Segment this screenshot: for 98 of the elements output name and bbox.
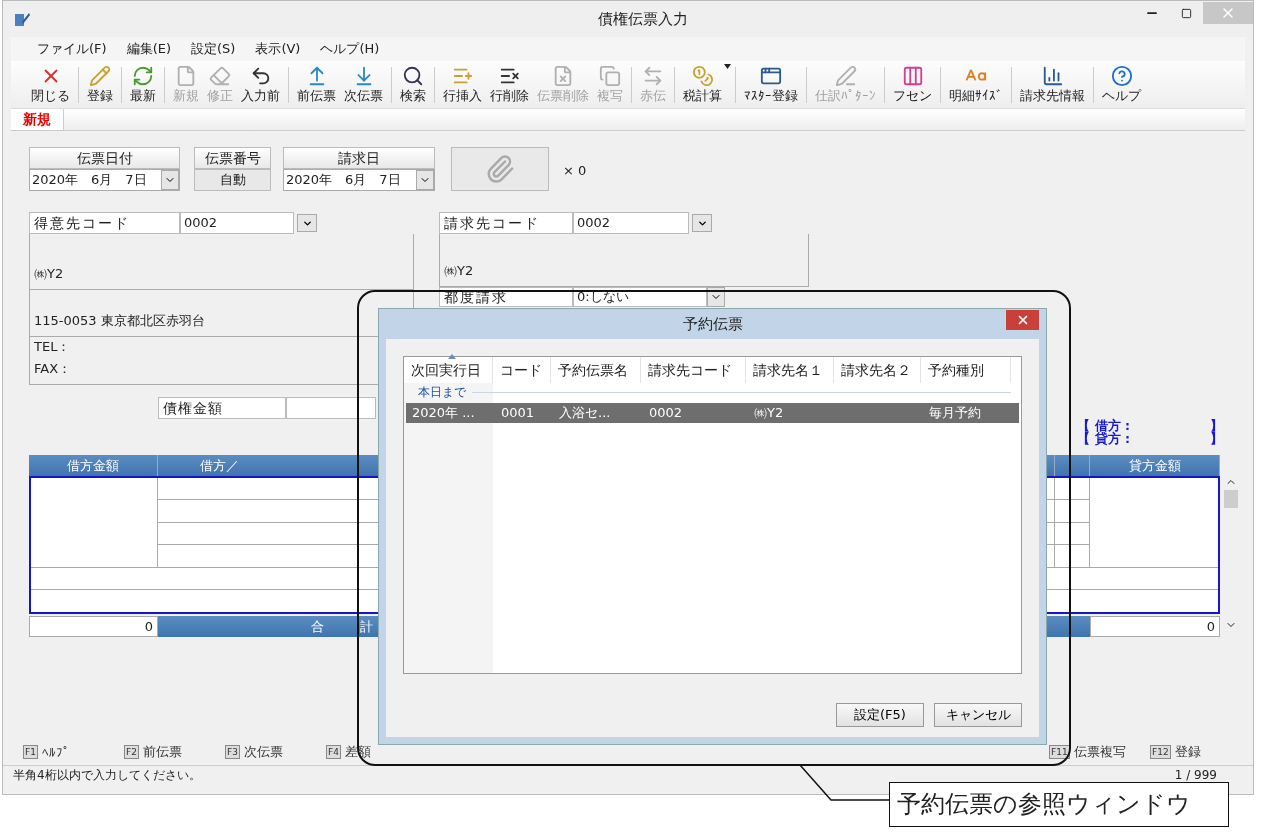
credit-total: 0 [1090, 616, 1220, 637]
status-message: 半角4桁以内で入力してください。 [13, 768, 201, 782]
table-cell-text: 毎月予約 [928, 404, 982, 422]
attachment-count: × 0 [563, 163, 587, 178]
debit-balance: 【 借方 : [1077, 419, 1130, 432]
field-label: 請求日 [283, 147, 435, 169]
list-row[interactable]: 2020年 ... 0001 入浴セ... 0002 ㈱Y2 毎月予約 [406, 403, 1019, 423]
toolbar-button[interactable]: 行挿入 [439, 65, 486, 105]
toolbar-button[interactable]: 次伝票 [340, 65, 387, 105]
menu-item[interactable]: 編集(E) [126, 40, 171, 58]
sort-icon [448, 354, 456, 359]
coins-icon [691, 65, 714, 87]
paperclip-icon [485, 154, 515, 184]
table-cell-text: ㈱Y2 [753, 404, 785, 422]
bar-chart-icon [1041, 65, 1064, 87]
toolbar-button[interactable]: フセン [889, 65, 936, 105]
total-label: 計 [360, 618, 373, 636]
field-label: 請求先コード [439, 212, 573, 234]
column-header[interactable]: コード [493, 357, 551, 383]
column-header[interactable]: 予約種別 [921, 357, 1011, 383]
toolbar-button[interactable]: 検索 [396, 65, 430, 105]
toolbar-button[interactable]: 閉じる [27, 65, 74, 105]
menu-item[interactable]: ヘルプ(H) [320, 40, 380, 58]
field-label: 伝票番号 [194, 147, 271, 169]
toolbar-button[interactable]: 最新 [126, 65, 160, 105]
billing-name: ㈱Y2 [444, 262, 475, 280]
footer-band [1055, 616, 1090, 637]
select-field[interactable]: 0:しない [573, 287, 707, 307]
code-field[interactable]: 0002 [573, 212, 689, 234]
amount-field[interactable] [286, 397, 376, 419]
field-label: 伝票日付 [29, 147, 180, 169]
swap-icon [642, 65, 664, 87]
toolbar-button[interactable]: 明細ｻｲｽﾞ [945, 65, 1007, 105]
tab[interactable]: 新規 [11, 109, 64, 130]
date-field[interactable]: 2020年 6月 7日 [29, 169, 180, 191]
function-key-button[interactable]: F2 前伝票 [116, 743, 217, 761]
function-key-button[interactable]: F3 次伝票 [217, 743, 318, 761]
dropdown-button[interactable] [297, 214, 317, 232]
code-field[interactable]: 0002 [180, 212, 294, 234]
columns-icon [901, 65, 924, 87]
pen-icon [834, 65, 857, 87]
toolbar-button[interactable]: 税計算 [679, 65, 726, 105]
scrollbar-thumb[interactable] [1224, 489, 1238, 508]
toolbar-button[interactable]: 入力前 [237, 65, 284, 105]
date-field[interactable]: 2020年 6月 7日 [283, 169, 435, 191]
menu-item[interactable]: 設定(S) [191, 40, 236, 58]
customer-address: 115-0053 東京都北区赤羽台 [34, 312, 206, 330]
table-cell-text: 入浴セ... [558, 404, 612, 422]
column-header[interactable]: 請求先名１ [746, 357, 834, 383]
column-header[interactable]: 予約伝票名 [551, 357, 641, 383]
refresh-icon [132, 65, 154, 87]
close-button[interactable] [1006, 310, 1039, 330]
table-cell-text: 2020年 ... [411, 404, 476, 422]
number-field: 自動 [194, 169, 271, 191]
toolbar-button[interactable]: 前伝票 [293, 65, 340, 105]
menu-item[interactable]: 表示(V) [255, 40, 301, 58]
file-x-icon [552, 65, 574, 87]
window-title: 債権伝票入力 [597, 9, 689, 29]
toolbar-button[interactable]: 行削除 [486, 65, 533, 105]
toolbar-button[interactable]: ヘルプ [1098, 65, 1145, 105]
column-header[interactable]: 請求先名２ [834, 357, 921, 383]
customer-name: ㈱Y2 [34, 265, 65, 283]
menu-item[interactable]: ファイル(F) [37, 40, 107, 58]
cancel-button[interactable]: キャンセル [934, 703, 1022, 727]
dialog-title: 予約伝票 [682, 314, 743, 334]
field-label: 得意先コード [29, 212, 180, 234]
table-cell-text: 0002 [648, 404, 684, 422]
total-label: 合 [311, 618, 324, 636]
field-label: 債権金額 [158, 397, 286, 419]
toolbar-button[interactable]: 請求先情報 [1016, 65, 1089, 105]
copy-icon [599, 65, 621, 87]
group-header: 本日まで [418, 383, 466, 401]
toolbar-button[interactable]: ﾏｽﾀｰ登録 [740, 65, 802, 105]
credit-balance: 【 貸方 : [1077, 432, 1130, 445]
pencil-icon [89, 65, 111, 87]
table-cell-text: 0001 [500, 404, 536, 422]
caret-icon[interactable] [724, 64, 731, 69]
tel-label: TEL： [34, 337, 72, 356]
function-key-button[interactable]: F12 登録 [1142, 743, 1243, 761]
fax-label: FAX： [34, 359, 73, 378]
bracket: 】 [1210, 419, 1223, 432]
window-icon [760, 65, 782, 87]
page-indicator: 1 / 999 [1174, 768, 1217, 782]
dropdown-button[interactable] [692, 214, 712, 232]
maximize-icon [1180, 7, 1192, 19]
set-button[interactable]: 設定(F5) [836, 703, 924, 727]
help-icon [1110, 65, 1133, 87]
debit-total: 0 [29, 616, 158, 637]
column-header[interactable]: 請求先コード [641, 357, 746, 383]
function-key-button[interactable]: F1 ﾍﾙﾌﾟ [15, 743, 116, 761]
function-key-button[interactable]: F11 伝票複写 [1041, 743, 1142, 761]
callout-label: 予約伝票の参照ウィンドウ [889, 782, 1229, 827]
bracket: 】 [1210, 432, 1223, 445]
eraser-icon [209, 65, 231, 87]
search-icon [402, 65, 424, 87]
toolbar-button[interactable]: 登録 [83, 65, 117, 105]
dropdown-button[interactable] [707, 287, 725, 307]
file-icon [175, 65, 197, 87]
